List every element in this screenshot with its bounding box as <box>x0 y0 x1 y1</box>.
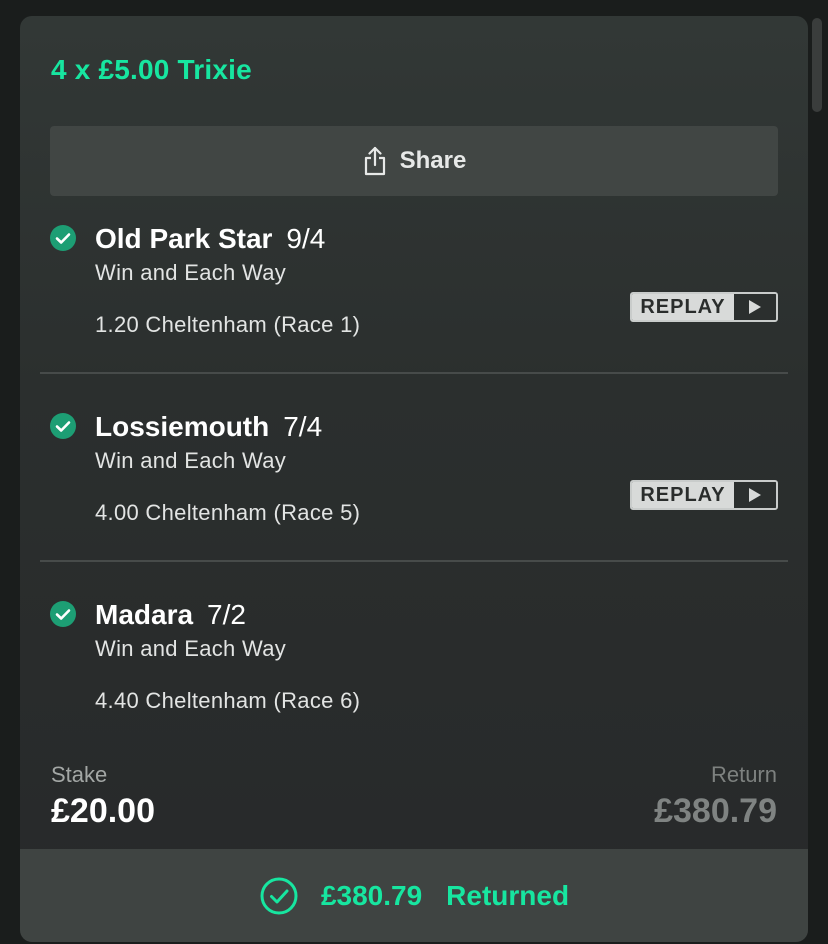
selection-item: Madara 7/2 Win and Each Way 4.40 Cheltenh… <box>20 595 808 783</box>
check-circle-outline-icon <box>260 877 298 914</box>
replay-button[interactable]: REPLAY <box>630 480 778 510</box>
play-icon <box>734 294 776 320</box>
selection-market: Win and Each Way <box>95 636 287 661</box>
divider <box>40 372 788 374</box>
selection-event: 1.20 Cheltenham (Race 1) <box>95 312 361 337</box>
stake-label: Stake <box>51 762 108 787</box>
divider <box>40 560 788 562</box>
selection-item: Lossiemouth 7/4 Win and Each Way 4.00 Che… <box>20 407 808 595</box>
replay-button[interactable]: REPLAY <box>630 292 778 322</box>
check-circle-icon <box>50 601 76 627</box>
selection-name: Lossiemouth <box>95 411 270 442</box>
selection-name-row: Madara 7/2 <box>95 599 246 631</box>
bet-title: 4 x £5.00 Trixie <box>51 54 252 85</box>
bet-card: 4 x £5.00 Trixie Share Old Park Star 9/4 … <box>20 16 808 942</box>
returned-status-bar: £380.79 Returned <box>20 849 808 942</box>
selection-item: Old Park Star 9/4 Win and Each Way 1.20 C… <box>20 219 808 407</box>
returned-amount: £380.79 <box>320 879 423 911</box>
selection-name-row: Lossiemouth 7/4 <box>95 411 322 443</box>
scrollbar[interactable] <box>812 18 822 112</box>
play-icon <box>734 482 776 508</box>
selection-event: 4.00 Cheltenham (Race 5) <box>95 500 361 525</box>
share-button[interactable]: Share <box>50 126 778 196</box>
share-icon <box>364 146 385 176</box>
returned-label: Returned <box>446 879 570 911</box>
selection-name: Old Park Star <box>95 223 273 254</box>
check-circle-icon <box>50 225 76 251</box>
check-circle-icon <box>50 413 76 439</box>
replay-label: REPLAY <box>632 482 734 508</box>
selection-odds: 9/4 <box>286 223 326 254</box>
replay-label: REPLAY <box>632 294 734 320</box>
selection-market: Win and Each Way <box>95 260 287 285</box>
selection-market: Win and Each Way <box>95 448 287 473</box>
selection-odds: 7/4 <box>283 411 323 442</box>
selection-odds: 7/2 <box>207 599 246 630</box>
selection-name-row: Old Park Star 9/4 <box>95 223 325 255</box>
share-label: Share <box>399 147 467 174</box>
stake-value: £20.00 <box>51 792 155 830</box>
selection-name: Madara <box>95 599 194 630</box>
return-label: Return <box>710 762 777 787</box>
return-value: £380.79 <box>654 792 777 830</box>
selection-event: 4.40 Cheltenham (Race 6) <box>95 688 361 713</box>
